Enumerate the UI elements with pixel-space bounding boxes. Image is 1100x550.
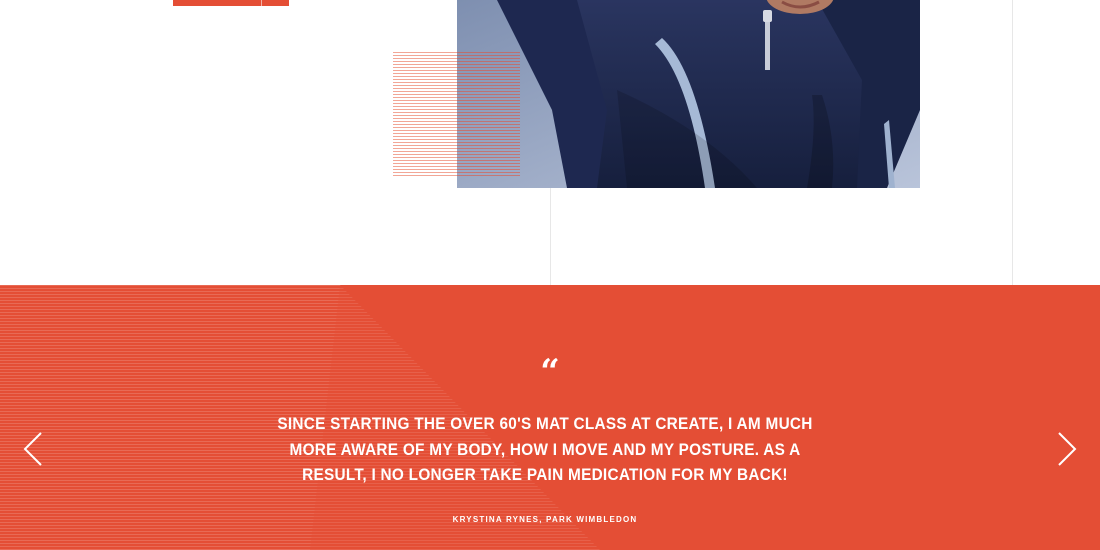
chevron-left-icon[interactable]	[22, 431, 44, 467]
testimonial-author: KRYSTINA RYNES, PARK WIMBLEDON	[452, 515, 638, 524]
hero-photo-illustration	[457, 0, 920, 188]
cta-button-arrow[interactable]	[262, 0, 289, 6]
cta-button-main[interactable]	[173, 0, 261, 6]
page: “ SINCE STARTING THE OVER 60'S MAT CLASS…	[0, 0, 1100, 550]
decorative-stripes-overlay	[457, 52, 520, 176]
top-section	[0, 0, 1100, 285]
hero-photo	[457, 0, 920, 188]
cta-button[interactable]	[173, 0, 289, 6]
quote-mark: “	[540, 352, 560, 392]
chevron-right-icon[interactable]	[1056, 431, 1078, 467]
grid-divider	[550, 188, 551, 285]
testimonial-section: “ SINCE STARTING THE OVER 60'S MAT CLASS…	[0, 285, 1100, 550]
testimonial-quote: SINCE STARTING THE OVER 60'S MAT CLASS A…	[277, 415, 813, 484]
grid-divider	[1012, 0, 1013, 285]
